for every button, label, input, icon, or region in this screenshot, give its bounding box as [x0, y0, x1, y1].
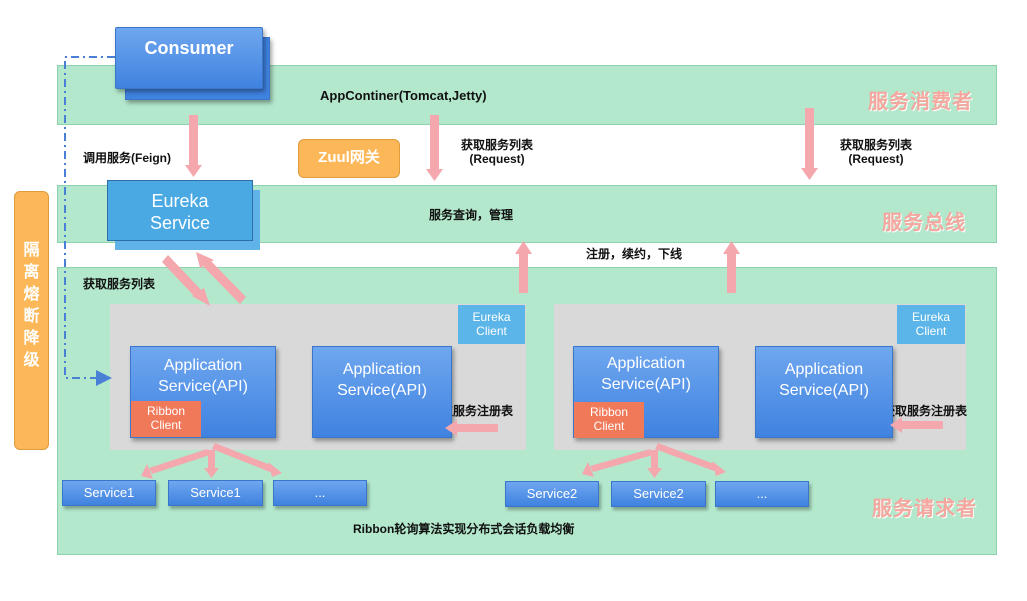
arrow-get-list-down-1	[426, 115, 443, 181]
isolation-dashed-line	[64, 56, 115, 386]
arrow-get-list-down-2	[801, 108, 818, 180]
arrow-get-registry-1	[445, 420, 498, 436]
arrow-register-up-2	[723, 241, 740, 293]
arrow-get-registry-2	[890, 417, 943, 433]
arrow-fanout-1	[141, 443, 282, 479]
connectors-layer	[64, 56, 943, 479]
arrow-fanout-2	[582, 443, 726, 478]
arrow-consumer-to-eureka	[185, 115, 202, 177]
arrow-register-up-1	[515, 241, 532, 293]
